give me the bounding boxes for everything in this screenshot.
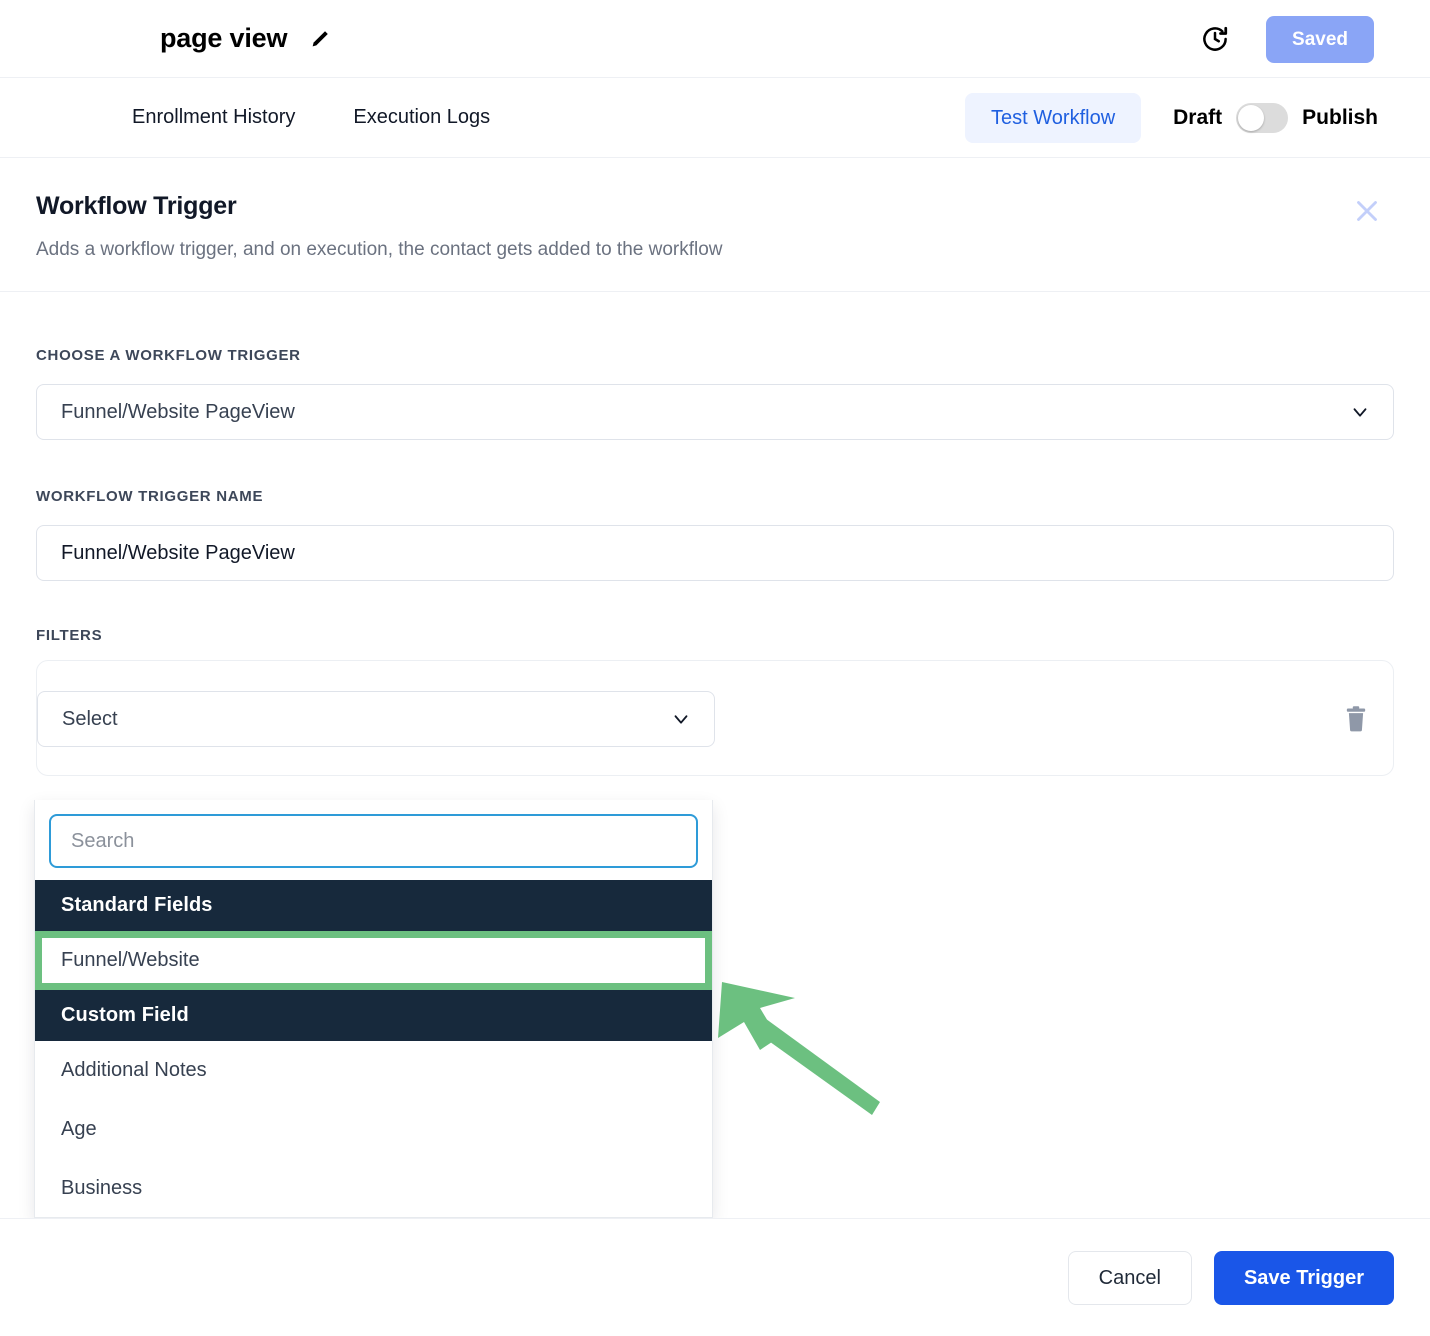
tab-execution-logs[interactable]: Execution Logs [353, 106, 490, 129]
choose-trigger-value: Funnel/Website PageView [61, 400, 295, 423]
chevron-down-icon [1349, 401, 1371, 423]
panel-title: Workflow Trigger [36, 192, 237, 220]
dropdown-option-funnel-website[interactable]: Funnel/Website [35, 931, 712, 990]
dropdown-option-age[interactable]: Age [35, 1100, 712, 1159]
panel-footer: Cancel Save Trigger [0, 1218, 1430, 1336]
choose-trigger-select[interactable]: Funnel/Website PageView [36, 384, 1394, 440]
publish-label: Publish [1302, 106, 1378, 129]
filter-field-dropdown: Standard Fields Funnel/Website Custom Fi… [34, 800, 713, 1218]
choose-trigger-label: CHOOSE A WORKFLOW TRIGGER [36, 347, 301, 364]
save-trigger-button[interactable]: Save Trigger [1213, 1250, 1394, 1305]
filter-field-value: Select [62, 707, 118, 730]
trigger-name-value: Funnel/Website PageView [61, 541, 295, 564]
draft-publish-toggle-group: Draft Publish [1173, 103, 1378, 133]
top-bar: page view Saved [0, 0, 1430, 78]
trash-icon[interactable] [1343, 705, 1369, 733]
workflow-trigger-screen: page view Saved Enrollment History Execu… [0, 0, 1430, 1336]
saved-button[interactable]: Saved [1266, 15, 1374, 63]
trigger-name-label: WORKFLOW TRIGGER NAME [36, 488, 264, 505]
filters-label: FILTERS [36, 627, 103, 644]
dropdown-group-standard-fields: Standard Fields [35, 880, 712, 931]
dropdown-group-custom-field: Custom Field [35, 990, 712, 1041]
panel-header: Workflow Trigger Adds a workflow trigger… [0, 158, 1430, 292]
top-bar-actions: Saved [1200, 0, 1374, 78]
chevron-down-icon [670, 708, 692, 730]
tab-bar: Enrollment History Execution Logs Test W… [0, 78, 1430, 158]
page-title: page view [160, 23, 288, 53]
dropdown-search-wrap [35, 800, 712, 880]
dropdown-option-business[interactable]: Business [35, 1159, 712, 1217]
pencil-icon[interactable] [309, 28, 331, 50]
test-workflow-button[interactable]: Test Workflow [965, 93, 1142, 143]
tab-enrollment-history[interactable]: Enrollment History [132, 106, 295, 129]
tab-bar-actions: Test Workflow Draft Publish [965, 78, 1378, 158]
filter-row-card: Select [36, 660, 1394, 776]
trigger-name-input[interactable]: Funnel/Website PageView [36, 525, 1394, 581]
dropdown-option-additional-notes[interactable]: Additional Notes [35, 1041, 712, 1100]
history-clock-icon[interactable] [1200, 24, 1230, 54]
filter-field-select[interactable]: Select [37, 691, 715, 747]
panel-subtitle: Adds a workflow trigger, and on executio… [36, 239, 723, 260]
panel-body: CHOOSE A WORKFLOW TRIGGER Funnel/Website… [0, 347, 1430, 776]
draft-label: Draft [1173, 106, 1223, 129]
annotation-arrow [700, 950, 930, 1130]
toggle-knob [1238, 105, 1265, 131]
search-input[interactable] [49, 814, 698, 868]
cancel-button[interactable]: Cancel [1067, 1250, 1192, 1305]
close-x-icon[interactable] [1350, 194, 1384, 228]
publish-toggle[interactable] [1236, 103, 1289, 133]
